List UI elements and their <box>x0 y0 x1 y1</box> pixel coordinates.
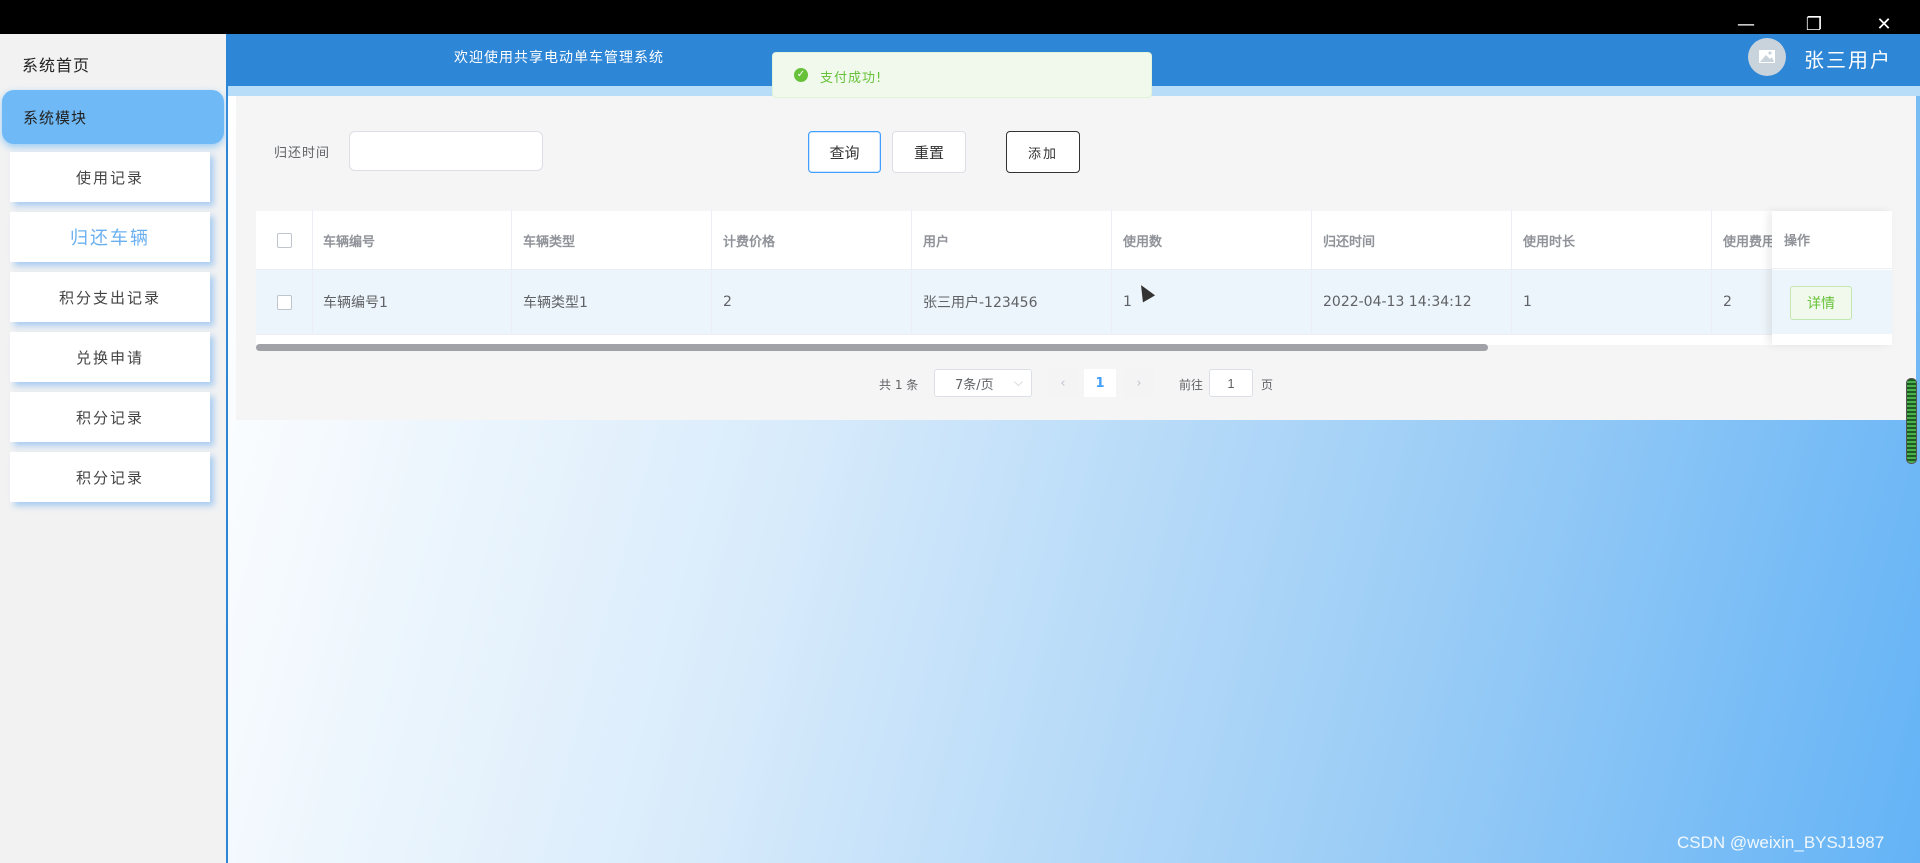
current-page-number[interactable]: 1 <box>1084 369 1116 397</box>
add-button[interactable]: 添加 <box>1006 131 1080 173</box>
sidebar-item-points-records-2[interactable]: 积分记录 <box>10 452 210 502</box>
window-titlebar <box>0 0 1920 34</box>
welcome-text: 欢迎使用共享电动单车管理系统 <box>454 50 664 66</box>
page-size-value: 7条/页 <box>955 377 994 393</box>
toast-message: 支付成功! <box>820 71 883 86</box>
cell-price: 2 <box>712 270 912 334</box>
select-all-checkbox[interactable] <box>256 211 313 269</box>
chevron-down-icon: ⌵ <box>1013 375 1023 389</box>
sidebar-module-menu[interactable]: 系统模块 <box>2 90 224 144</box>
column-header[interactable]: 用户 <box>912 211 1112 269</box>
operation-cell: 详情 <box>1772 270 1892 334</box>
watermark: CSDN @weixin_BYSJ1987 <box>1677 833 1885 852</box>
cell-duration: 1 <box>1512 270 1712 334</box>
next-page-button[interactable]: › <box>1124 369 1154 397</box>
column-header[interactable]: 使用时长 <box>1512 211 1712 269</box>
return-time-input[interactable] <box>349 131 543 171</box>
goto-suffix: 页 <box>1261 377 1274 392</box>
table-row[interactable]: 车辆编号1 车辆类型1 2 张三用户-123456 1 2022-04-13 1… <box>256 270 1892 335</box>
row-checkbox[interactable] <box>256 270 313 334</box>
goto-page-input[interactable] <box>1209 369 1253 397</box>
detail-button[interactable]: 详情 <box>1790 286 1852 320</box>
check-circle-icon: ✓ <box>794 68 808 82</box>
column-header[interactable]: 计费价格 <box>712 211 912 269</box>
horizontal-scrollbar[interactable] <box>256 344 1488 351</box>
column-header[interactable]: 使用数 <box>1112 211 1312 269</box>
sidebar-item-usage-records[interactable]: 使用记录 <box>10 152 210 202</box>
column-header[interactable]: 车辆编号 <box>312 211 512 269</box>
column-header-operation: 操作 <box>1772 211 1892 269</box>
operation-column: 操作 详情 <box>1772 211 1892 345</box>
return-time-label: 归还时间 <box>274 146 331 161</box>
user-name[interactable]: 张三用户 <box>1804 44 1892 73</box>
pagination-total: 共 1 条 <box>879 377 919 392</box>
success-toast: ✓ 支付成功! <box>772 52 1152 98</box>
sidebar-item-points-records[interactable]: 积分记录 <box>10 392 210 442</box>
table-header: 车辆编号 车辆类型 计费价格 用户 使用数 归还时间 使用时长 使用费用 <box>256 211 1892 270</box>
cell-return-time: 2022-04-13 14:34:12 <box>1312 270 1512 334</box>
reset-button[interactable]: 重置 <box>892 131 966 173</box>
cell-vehicle-type: 车辆类型1 <box>512 270 712 334</box>
sidebar-home-link[interactable]: 系统首页 <box>22 52 90 76</box>
sidebar-item-return-vehicle[interactable]: 归还车辆 <box>10 212 210 262</box>
data-table: 车辆编号 车辆类型 计费价格 用户 使用数 归还时间 使用时长 使用费用 车辆编… <box>256 211 1892 345</box>
column-header[interactable]: 车辆类型 <box>512 211 712 269</box>
sidebar-module-label: 系统模块 <box>23 109 88 127</box>
goto-prefix: 前往 <box>1179 377 1204 392</box>
avatar[interactable] <box>1748 38 1786 76</box>
sidebar-item-exchange-request[interactable]: 兑换申请 <box>10 332 210 382</box>
image-icon <box>1759 50 1775 63</box>
vertical-scrollbar[interactable] <box>1906 378 1917 464</box>
cell-user: 张三用户-123456 <box>912 270 1112 334</box>
sidebar-item-points-expense[interactable]: 积分支出记录 <box>10 272 210 322</box>
prev-page-button[interactable]: ‹ <box>1048 369 1078 397</box>
sidebar: 系统首页 系统模块 使用记录 归还车辆 积分支出记录 兑换申请 积分记录 积分记… <box>0 34 228 863</box>
page-size-select[interactable]: 7条/页 ⌵ <box>934 369 1032 397</box>
query-button[interactable]: 查询 <box>808 131 881 173</box>
cell-vehicle-no: 车辆编号1 <box>312 270 512 334</box>
column-header[interactable]: 归还时间 <box>1312 211 1512 269</box>
